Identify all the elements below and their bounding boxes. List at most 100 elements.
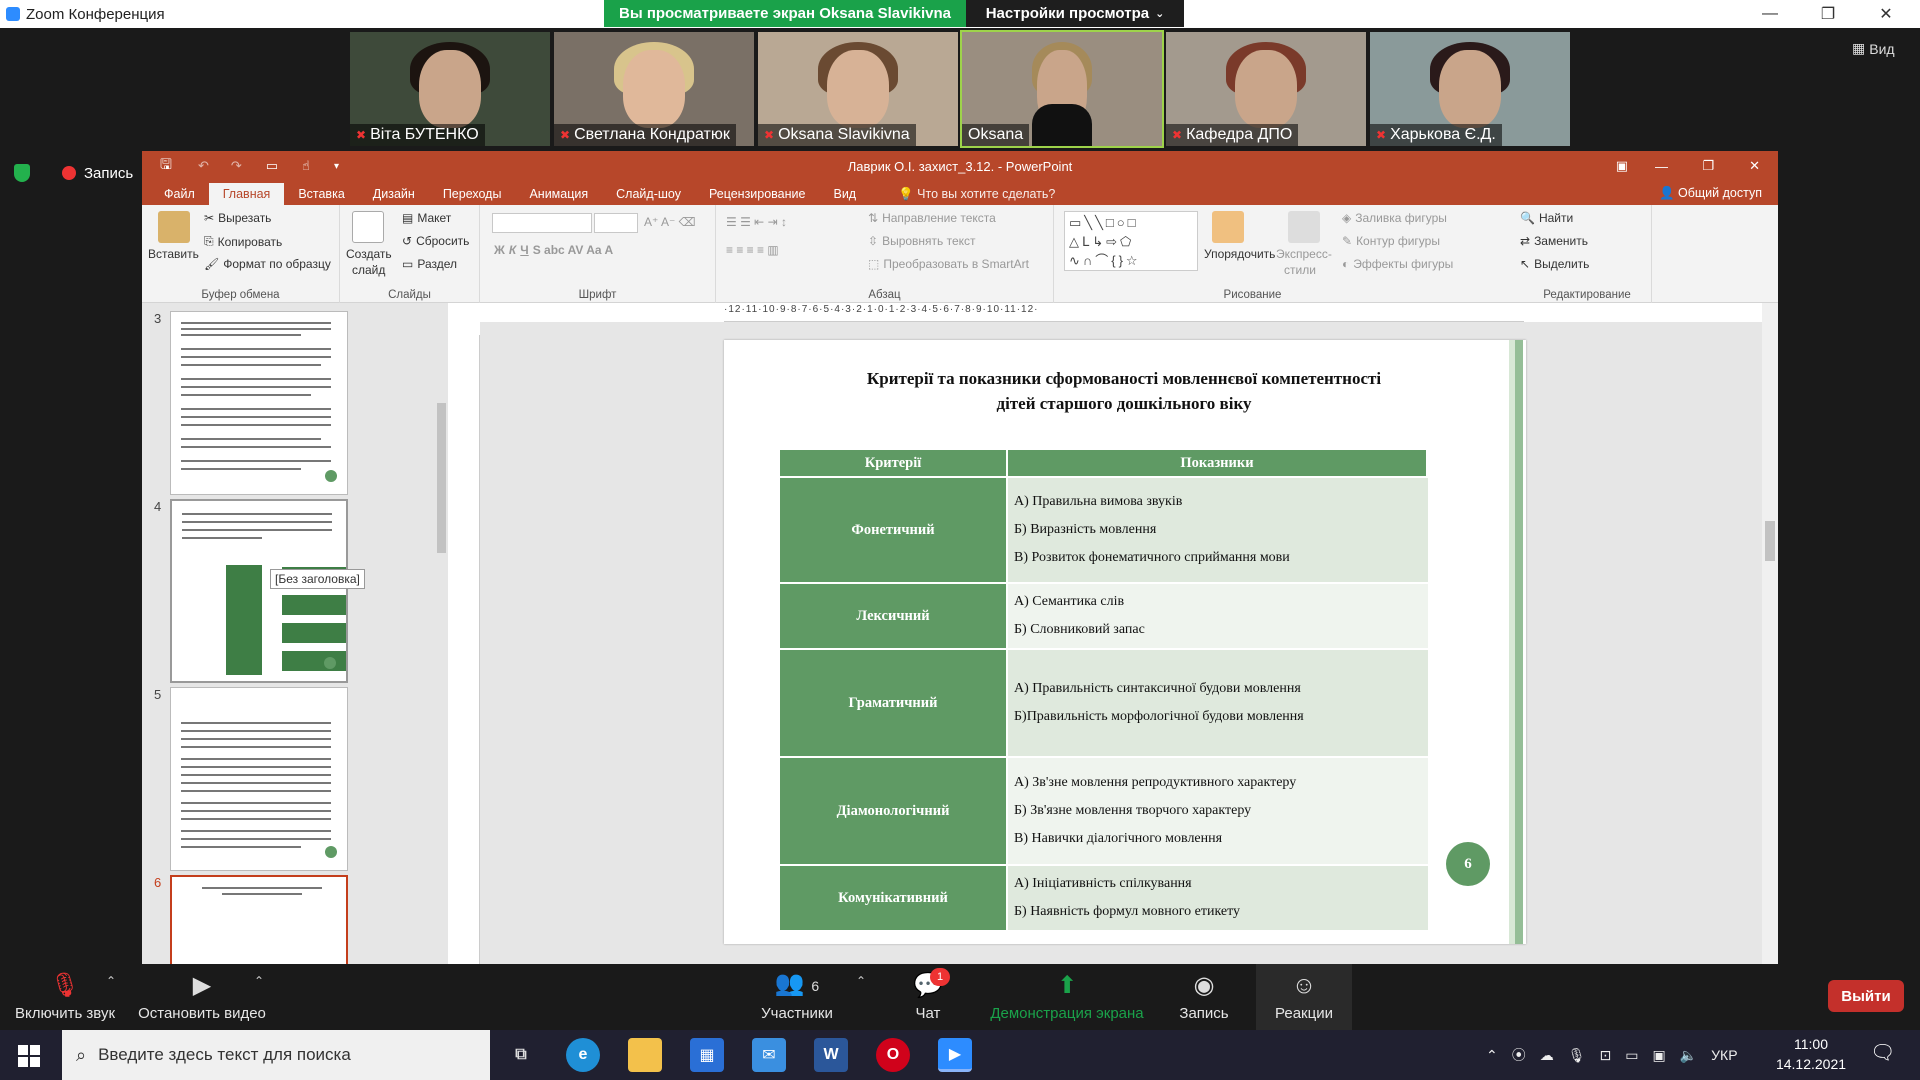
participants-button[interactable]: 👥 6 Участники [754, 964, 840, 1030]
view-button[interactable]: ▦ Вид [1852, 40, 1895, 57]
thumbnail-number: 3 [154, 311, 162, 326]
font-family-select[interactable] [492, 213, 592, 233]
font-size-select[interactable] [594, 213, 638, 233]
ribbon-display-icon[interactable]: ▣ [1616, 158, 1628, 174]
participants-chevron-icon[interactable]: ⌃ [856, 974, 866, 988]
participant-tile[interactable]: ✖ Віта БУТЕНКО [350, 32, 550, 146]
section-button[interactable]: ▭ Раздел [402, 257, 457, 271]
taskbar-clock[interactable]: 11:00 14.12.2021 [1766, 1034, 1856, 1074]
video-options-chevron-icon[interactable]: ⌃ [254, 974, 264, 988]
word-icon[interactable]: W [814, 1038, 848, 1072]
paste-button[interactable]: Вставить [148, 247, 199, 261]
camera-icon[interactable]: ⦿ [1512, 1045, 1526, 1065]
text-direction-button[interactable]: ⇅ Направление текста [868, 211, 996, 225]
quick-styles-label-1[interactable]: Экспресс- [1276, 247, 1332, 261]
shape-outline-button[interactable]: ✎ Контур фигуры [1342, 234, 1440, 248]
cloud-icon[interactable]: ☁ [1540, 1047, 1554, 1064]
reset-button[interactable]: ↺ Сбросить [402, 234, 469, 248]
quick-styles-label-2[interactable]: стили [1284, 263, 1316, 277]
display-icon[interactable]: ▣ [1652, 1047, 1665, 1064]
file-explorer-icon[interactable] [628, 1038, 662, 1072]
slide-thumbnail[interactable] [170, 499, 348, 683]
layout-button[interactable]: ▤ Макет [402, 211, 451, 225]
ppt-maximize-button[interactable]: ❐ [1702, 158, 1714, 174]
tab-design[interactable]: Дизайн [359, 183, 429, 205]
participant-tile-active-speaker[interactable]: Oksana [960, 30, 1164, 148]
tab-slideshow[interactable]: Слайд-шоу [602, 183, 695, 205]
chevron-up-icon[interactable]: ⌃ [1486, 1047, 1498, 1064]
ppt-close-button[interactable]: ✕ [1749, 158, 1760, 174]
taskbar-search[interactable]: ⌕ Введите здесь текст для поиска [62, 1030, 490, 1080]
share-button[interactable]: 👤 Общий доступ [1659, 181, 1762, 205]
shape-effects-button[interactable]: ◐ Эффекты фигуры [1342, 257, 1453, 271]
leave-meeting-button[interactable]: Выйти [1828, 980, 1904, 1012]
edge-browser-icon[interactable]: e [566, 1038, 600, 1072]
view-settings-button[interactable]: Настройки просмотра ⌄ [966, 0, 1184, 27]
grow-shrink-font-icons[interactable]: A⁺ A⁻ ⌫ [644, 215, 696, 229]
zoom-taskbar-icon[interactable]: ▶ [938, 1038, 972, 1072]
mail-icon[interactable]: ✉ [752, 1038, 786, 1072]
tab-home[interactable]: Главная [208, 183, 285, 205]
new-slide-icon[interactable] [352, 211, 384, 243]
store-icon[interactable]: ▦ [690, 1038, 724, 1072]
quick-styles-icon[interactable] [1288, 211, 1320, 243]
notifications-icon[interactable]: 🗨 [1870, 1040, 1895, 1065]
unmute-button[interactable]: 🎙 Включить звук [10, 964, 120, 1030]
slide-scrollbar[interactable] [1762, 303, 1778, 964]
smartart-button[interactable]: ⬚ Преобразовать в SmartArt [868, 257, 1029, 271]
reactions-button[interactable]: ☺ Реакции [1256, 964, 1352, 1030]
language-indicator[interactable]: УКР [1711, 1047, 1737, 1063]
thumbnail-scrollbar[interactable] [434, 303, 448, 964]
participant-tile[interactable]: ✖ Oksana Slavikivna [758, 32, 958, 146]
find-button[interactable]: 🔍 Найти [1520, 211, 1573, 225]
close-button[interactable]: ✕ [1858, 0, 1914, 28]
task-view-icon[interactable]: ⧉ [504, 1038, 538, 1072]
network-icon[interactable]: ⊡ [1600, 1047, 1612, 1064]
format-painter-button[interactable]: 🖌 Формат по образцу [204, 257, 331, 271]
restore-button[interactable]: ❐ [1800, 0, 1856, 28]
slide-thumbnail-active[interactable] [170, 875, 348, 964]
current-slide[interactable]: Критерії та показники сформованості мовл… [724, 340, 1526, 944]
text-format-icons[interactable]: Ж К Ч S abc AV Aa A [494, 243, 613, 257]
cut-button[interactable]: ✂ Вырезать [204, 211, 271, 225]
shapes-gallery[interactable]: ▭╲╲□○□ △ᒪ↳⇨⬠ ∿∩⌒{}☆ [1064, 211, 1198, 271]
windows-start-icon[interactable] [18, 1045, 40, 1067]
minimize-button[interactable]: — [1742, 0, 1798, 28]
tab-animations[interactable]: Анимация [515, 183, 602, 205]
volume-icon[interactable]: 🔈 [1680, 1047, 1697, 1064]
record-button[interactable]: ◉ Запись [1176, 964, 1232, 1030]
slide-title[interactable]: Критерії та показники сформованості мовл… [764, 366, 1484, 416]
align-icons[interactable]: ≡ ≡ ≡ ≡ ▥ [726, 243, 779, 257]
tab-insert[interactable]: Вставка [284, 183, 358, 205]
tab-view[interactable]: Вид [819, 183, 870, 205]
share-screen-button[interactable]: ⬆ Демонстрация экрана [984, 964, 1150, 1030]
arrange-button[interactable]: Упорядочить [1204, 247, 1275, 261]
criteria-table[interactable]: Критерії Показники Фонетичний А) Правиль… [780, 450, 1428, 930]
arrange-icon[interactable] [1212, 211, 1244, 243]
slide-thumbnail[interactable] [170, 687, 348, 871]
battery-icon[interactable]: ▭ [1625, 1047, 1638, 1064]
slide-thumbnail[interactable] [170, 311, 348, 495]
new-slide-label-1[interactable]: Создать [346, 247, 392, 261]
shape-fill-button[interactable]: ◈ Заливка фигуры [1342, 211, 1447, 225]
align-text-button[interactable]: ⇳ Выровнять текст [868, 234, 976, 248]
tab-transitions[interactable]: Переходы [429, 183, 516, 205]
select-button[interactable]: ↖ Выделить [1520, 257, 1589, 271]
copy-button[interactable]: ⎘ Копировать [204, 234, 282, 249]
paste-icon[interactable] [158, 211, 190, 243]
opera-icon[interactable]: O [876, 1038, 910, 1072]
participant-tile[interactable]: ✖ Харькова Є.Д. [1370, 32, 1570, 146]
tab-file[interactable]: Файл [150, 183, 209, 205]
tell-me-search[interactable]: 💡 Что вы хотите сделать? [884, 183, 1069, 205]
microphone-icon[interactable]: 🎙 [1568, 1047, 1586, 1064]
participant-tile[interactable]: ✖ Светлана Кондратюк [554, 32, 754, 146]
new-slide-label-2[interactable]: слайд [352, 263, 385, 277]
recording-indicator[interactable]: Запись [14, 164, 133, 182]
ppt-minimize-button[interactable]: — [1655, 159, 1668, 174]
replace-button[interactable]: ⇄ Заменить [1520, 234, 1588, 248]
participant-tile[interactable]: ✖ Кафедра ДПО [1166, 32, 1366, 146]
stop-video-button[interactable]: ▶ Остановить видео [136, 964, 268, 1030]
list-icons[interactable]: ☰ ☰ ⇤ ⇥ ↕ [726, 215, 787, 229]
audio-options-chevron-icon[interactable]: ⌃ [106, 974, 116, 988]
tab-review[interactable]: Рецензирование [695, 183, 820, 205]
